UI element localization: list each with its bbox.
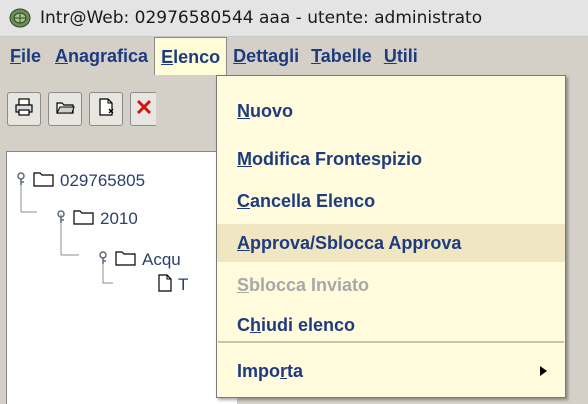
title-bar: Intr@Web: 02976580544 aaa - utente: admi… <box>0 0 588 37</box>
tree-node-year[interactable]: 2010 <box>55 206 138 232</box>
new-document-icon <box>96 97 116 121</box>
print-button[interactable] <box>7 92 41 126</box>
menu-dettagli[interactable]: Dettagli <box>227 37 305 75</box>
menu-file-mnemonic: F <box>10 46 21 66</box>
menu-item-mnemonic: M <box>237 149 252 169</box>
menu-dettagli-mnemonic: D <box>233 46 247 66</box>
menu-item-mnemonic: h <box>250 315 261 335</box>
menu-item-cancella-elenco[interactable]: Cancella Elenco <box>217 182 565 220</box>
expand-key-icon <box>97 250 111 270</box>
expand-key-icon <box>15 171 29 191</box>
menu-item-label-suffix: ancella Elenco <box>250 191 376 211</box>
window-title: Intr@Web: 02976580544 aaa - utente: admi… <box>40 8 483 28</box>
menu-item-sblocca-inviato: Sblocca Inviato <box>217 266 565 304</box>
menu-anagrafica-mnemonic: A <box>55 46 69 66</box>
document-icon <box>157 273 173 297</box>
tree-node-label: 029765805 <box>60 171 146 190</box>
menu-item-chiudi-elenco[interactable]: Chiudi elenco <box>217 306 565 344</box>
menu-utili-label-suffix: tili <box>396 46 418 66</box>
menu-item-modifica-frontespizio[interactable]: Modifica Frontespizio <box>217 140 565 178</box>
menu-item-label-suffix: uovo <box>250 101 293 121</box>
open-button[interactable] <box>48 92 82 126</box>
menu-item-mnemonic: S <box>237 275 250 295</box>
menu-item-label-prefix: Impo <box>237 361 280 381</box>
expand-key-icon <box>55 209 69 229</box>
menu-item-label-suffix: pprova/Sblocca Approva <box>250 233 462 253</box>
submenu-arrow-icon <box>540 366 547 376</box>
menu-anagrafica-label-suffix: nagrafica <box>68 46 149 66</box>
menu-item-mnemonic: r <box>280 361 288 381</box>
menu-file-label-suffix: ile <box>21 46 42 66</box>
delete-button[interactable] <box>130 92 156 126</box>
menu-item-nuovo[interactable]: Nuovo <box>217 92 565 130</box>
menu-utili[interactable]: Utili <box>378 37 424 75</box>
menu-anagrafica[interactable]: Anagrafica <box>49 37 154 75</box>
elenco-dropdown-menu: Nuovo Modifica Frontespizio Cancella Ele… <box>216 75 566 398</box>
menu-elenco-mnemonic: E <box>161 47 174 67</box>
folder-icon <box>115 249 137 272</box>
menu-item-mnemonic: C <box>237 191 250 211</box>
menu-item-label-prefix: C <box>237 315 250 335</box>
menu-item-label-suffix: ta <box>287 361 304 381</box>
folder-icon <box>73 208 95 231</box>
menu-tabelle-label-suffix: abelle <box>320 46 372 66</box>
menu-item-label-suffix: odifica Frontespizio <box>252 149 423 169</box>
menu-elenco-label-suffix: lenco <box>173 47 221 67</box>
delete-icon <box>135 98 153 120</box>
tree-node-label: T <box>178 275 189 294</box>
menu-file[interactable]: File <box>0 37 49 75</box>
tree-node-label: Acqu <box>142 250 181 269</box>
tree-panel: 029765805 2010 Acqu T <box>6 151 237 404</box>
menu-bar: File Anagrafica Elenco Dettagli Tabelle … <box>0 37 588 75</box>
folder-icon <box>33 170 55 193</box>
tree-node-acquisti[interactable]: Acqu <box>97 247 181 273</box>
menu-item-mnemonic: N <box>237 101 250 121</box>
tree-node-document[interactable]: T <box>157 272 188 298</box>
tree-node-label: 2010 <box>100 209 138 228</box>
new-document-button[interactable] <box>89 92 123 126</box>
menu-dettagli-label-suffix: ettagli <box>246 46 300 66</box>
menu-item-approva[interactable]: Approva/Sblocca Approva <box>217 224 565 262</box>
menu-elenco[interactable]: Elenco <box>154 37 228 75</box>
printer-icon <box>14 97 34 121</box>
menu-tabelle-mnemonic: T <box>311 46 321 66</box>
menu-item-mnemonic: A <box>237 233 250 253</box>
open-folder-icon <box>55 97 75 121</box>
menu-utili-mnemonic: U <box>383 46 397 66</box>
menu-item-label-suffix: blocca Inviato <box>249 275 370 295</box>
tree-node-root[interactable]: 029765805 <box>15 168 145 194</box>
menu-separator <box>218 341 564 344</box>
menu-tabelle[interactable]: Tabelle <box>305 37 378 75</box>
menu-item-importa[interactable]: Importa <box>217 352 565 390</box>
app-logo-icon <box>8 7 32 29</box>
menu-item-label-suffix: iudi elenco <box>261 315 356 335</box>
